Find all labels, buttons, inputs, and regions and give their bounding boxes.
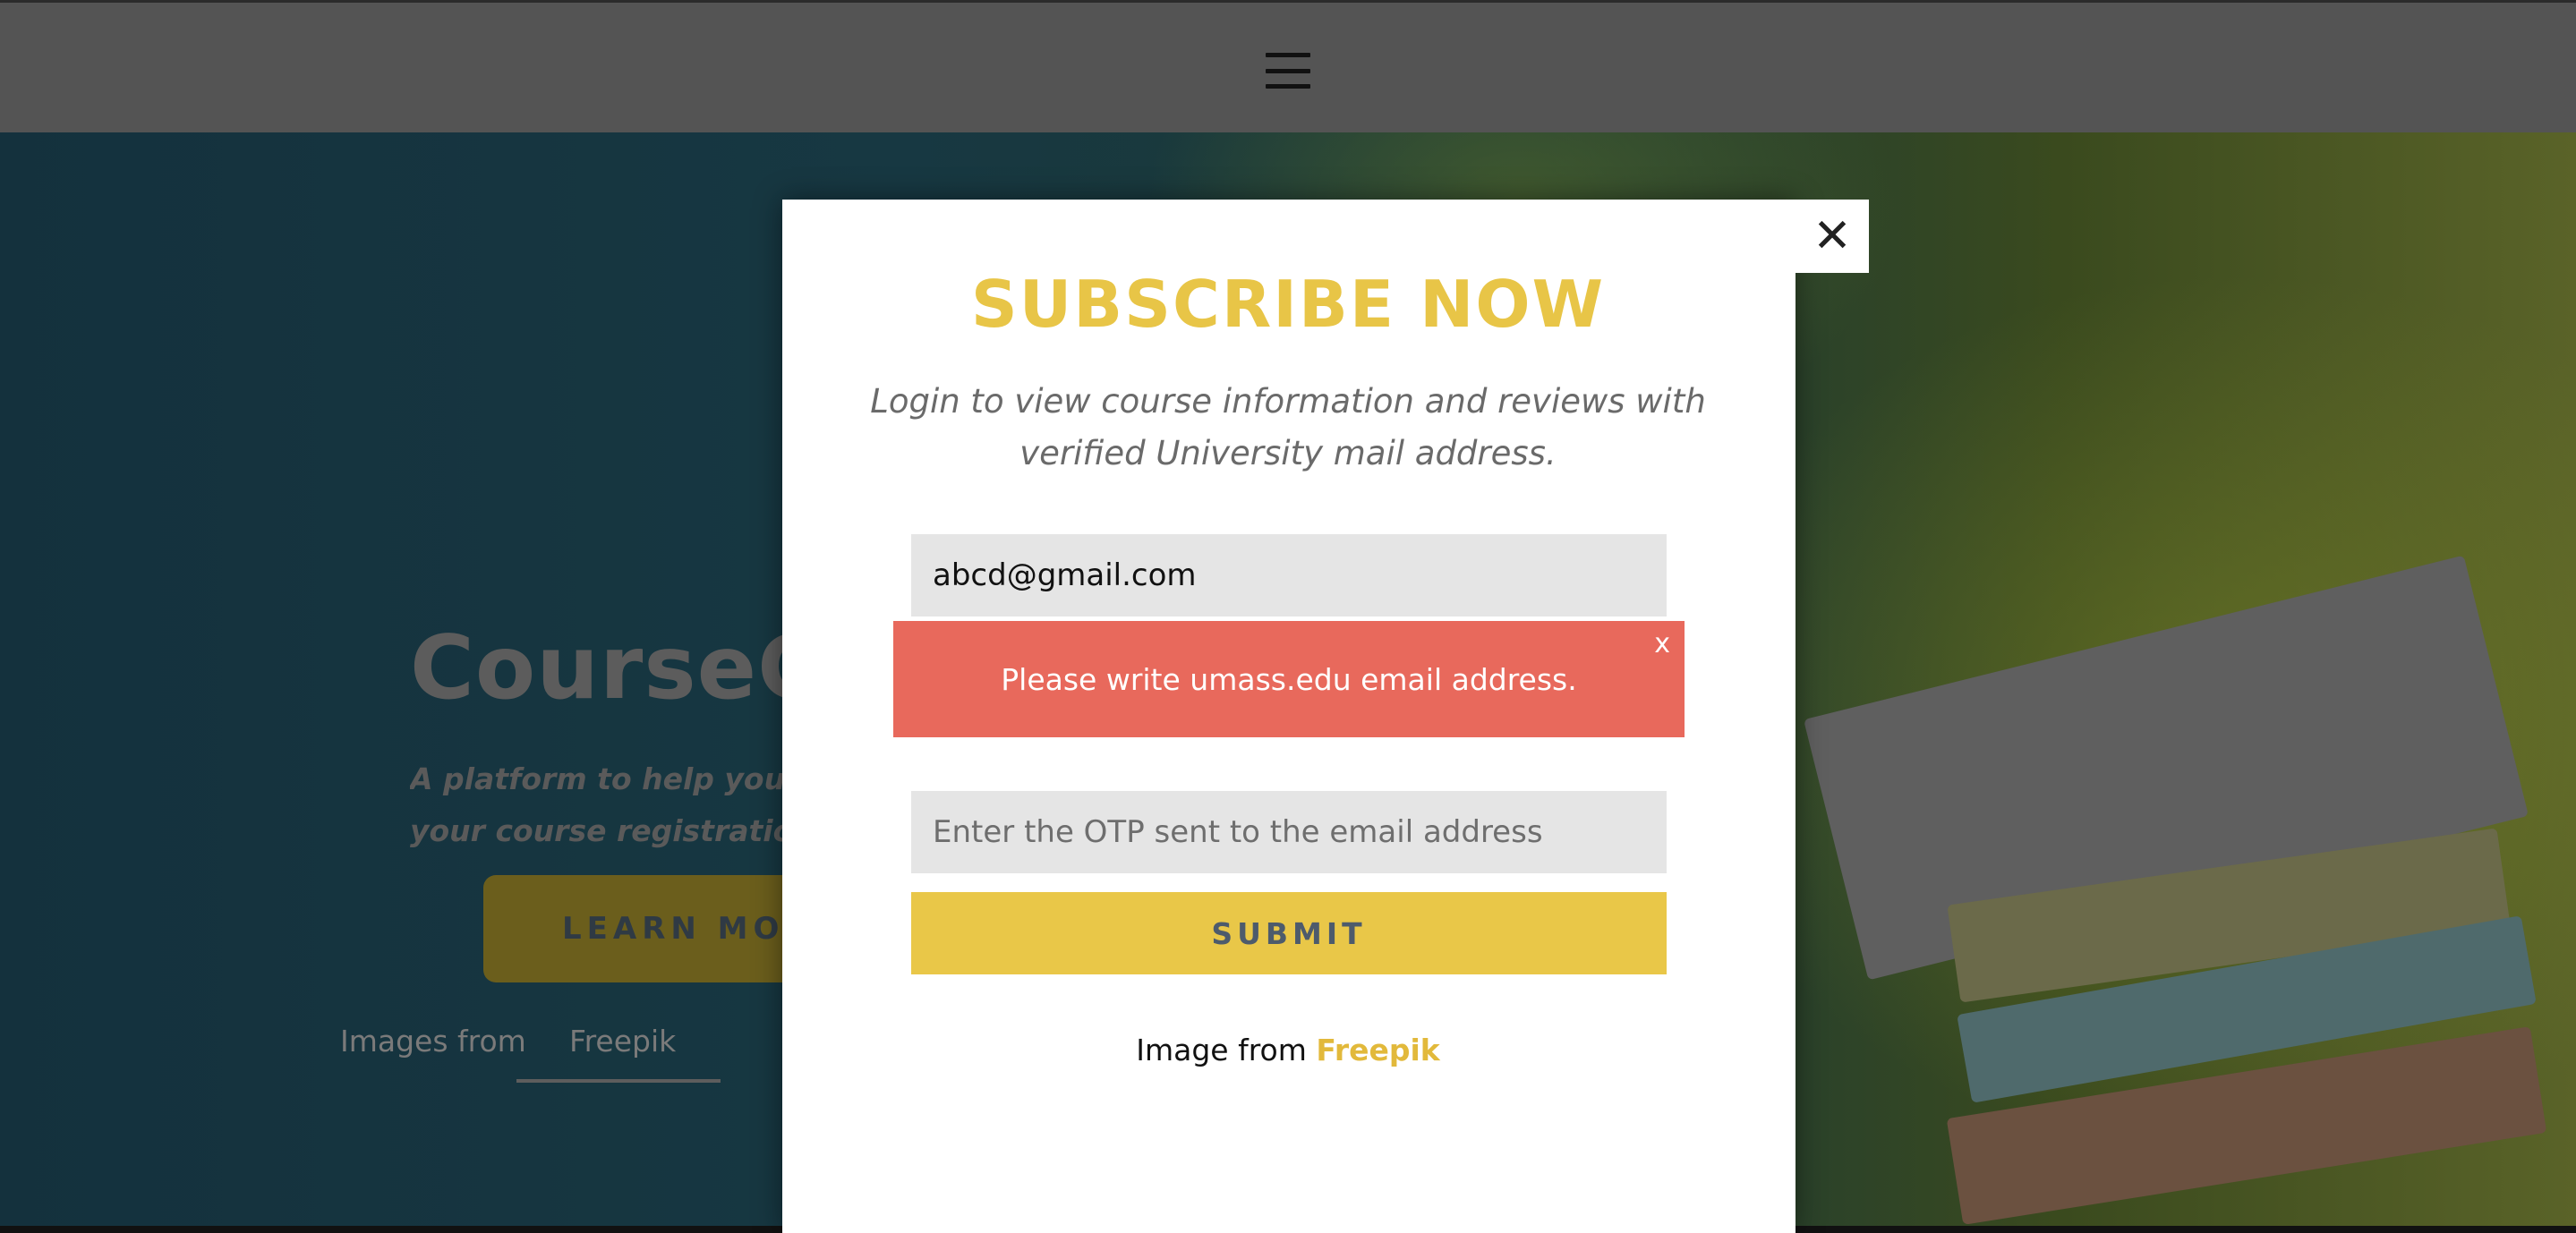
freepik-underline (516, 1079, 721, 1083)
submit-button[interactable]: SUBMIT (911, 892, 1667, 974)
email-field[interactable] (911, 534, 1667, 616)
image-credit: Image from Freepik (0, 1033, 2576, 1067)
close-icon[interactable]: ✕ (1796, 200, 1869, 273)
top-nav-bar (0, 0, 2576, 132)
alert-close-button[interactable]: x (1654, 628, 1670, 659)
hamburger-menu-icon[interactable] (1266, 53, 1310, 89)
error-alert: Please write umass.edu email address. x (893, 621, 1685, 737)
modal-title: SUBSCRIBE NOW (970, 267, 1606, 342)
alert-message: Please write umass.edu email address. (1001, 661, 1577, 697)
credit-prefix: Image from (1136, 1033, 1307, 1067)
otp-field[interactable] (911, 791, 1667, 873)
modal-subtitle: Login to view course information and rev… (870, 382, 1706, 472)
credit-freepik-link[interactable]: Freepik (1316, 1033, 1439, 1067)
